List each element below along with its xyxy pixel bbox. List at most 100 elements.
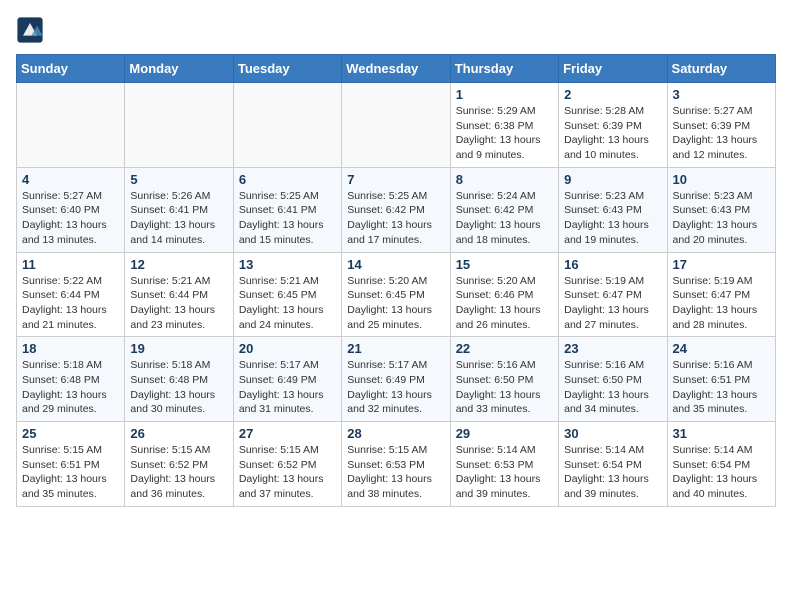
week-row-2: 4Sunrise: 5:27 AM Sunset: 6:40 PM Daylig… [17,167,776,252]
calendar-cell: 18Sunrise: 5:18 AM Sunset: 6:48 PM Dayli… [17,337,125,422]
day-info: Sunrise: 5:25 AM Sunset: 6:42 PM Dayligh… [347,189,444,248]
day-info: Sunrise: 5:15 AM Sunset: 6:51 PM Dayligh… [22,443,119,502]
day-info: Sunrise: 5:18 AM Sunset: 6:48 PM Dayligh… [130,358,227,417]
logo [16,16,46,44]
day-number: 5 [130,172,227,187]
calendar-cell: 14 Sunrise: 5:20 AM Sunset: 6:45 PM Dayli… [342,252,450,337]
day-number: 9 [564,172,661,187]
calendar-cell [17,83,125,168]
day-info: Sunrise: 5:19 AM Sunset: 6:47 PM Dayligh… [564,274,661,333]
day-number: 27 [239,426,336,441]
calendar-cell: 8Sunrise: 5:24 AM Sunset: 6:42 PM Daylig… [450,167,558,252]
day-number: 6 [239,172,336,187]
calendar-cell: 10 Sunrise: 5:23 AM Sunset: 6:43 PM Dayli… [667,167,775,252]
calendar-cell: 11 Sunrise: 5:22 AM Sunset: 6:44 PM Dayli… [17,252,125,337]
day-info: Sunrise: 5:17 AM Sunset: 6:49 PM Dayligh… [347,358,444,417]
calendar-cell [125,83,233,168]
day-number: 30 [564,426,661,441]
calendar-cell: 15 Sunrise: 5:20 AM Sunset: 6:46 PM Dayli… [450,252,558,337]
day-info: Sunrise: 5:19 AM Sunset: 6:47 PM Dayligh… [673,274,770,333]
day-number: 11 [22,257,119,272]
calendar-cell: 17Sunrise: 5:19 AM Sunset: 6:47 PM Dayli… [667,252,775,337]
day-number: 20 [239,341,336,356]
calendar-cell [342,83,450,168]
calendar-cell: 1 Sunrise: 5:29 AM Sunset: 6:38 PM Daylig… [450,83,558,168]
calendar-cell: 7 Sunrise: 5:25 AM Sunset: 6:42 PM Daylig… [342,167,450,252]
day-number: 25 [22,426,119,441]
day-info: Sunrise: 5:16 AM Sunset: 6:51 PM Dayligh… [673,358,770,417]
week-row-1: 1 Sunrise: 5:29 AM Sunset: 6:38 PM Daylig… [17,83,776,168]
calendar-table: SundayMondayTuesdayWednesdayThursdayFrid… [16,54,776,507]
day-info: Sunrise: 5:27 AM Sunset: 6:39 PM Dayligh… [673,104,770,163]
logo-icon [16,16,44,44]
day-number: 16 [564,257,661,272]
calendar-cell: 25 Sunrise: 5:15 AM Sunset: 6:51 PM Dayli… [17,422,125,507]
page-header [16,16,776,44]
day-number: 14 [347,257,444,272]
day-info: Sunrise: 5:26 AM Sunset: 6:41 PM Dayligh… [130,189,227,248]
day-info: Sunrise: 5:29 AM Sunset: 6:38 PM Dayligh… [456,104,553,163]
day-number: 10 [673,172,770,187]
day-info: Sunrise: 5:21 AM Sunset: 6:45 PM Dayligh… [239,274,336,333]
calendar-cell: 4Sunrise: 5:27 AM Sunset: 6:40 PM Daylig… [17,167,125,252]
calendar-body: 1 Sunrise: 5:29 AM Sunset: 6:38 PM Daylig… [17,83,776,507]
week-row-4: 18 Sunrise: 5:18 AM Sunset: 6:48 PM Dayli… [17,337,776,422]
calendar-cell: 20 Sunrise: 5:17 AM Sunset: 6:49 PM Dayli… [233,337,341,422]
day-number: 1 [456,87,553,102]
week-row-3: 11 Sunrise: 5:22 AM Sunset: 6:44 PM Dayli… [17,252,776,337]
day-info: Sunrise: 5:14 AM Sunset: 6:53 PM Dayligh… [456,443,553,502]
day-number: 12 [130,257,227,272]
calendar-cell: 23Sunrise: 5:16 AM Sunset: 6:50 PM Dayli… [559,337,667,422]
calendar-cell: 9 Sunrise: 5:23 AM Sunset: 6:43 PM Daylig… [559,167,667,252]
calendar-cell: 21 Sunrise: 5:17 AM Sunset: 6:49 PM Dayli… [342,337,450,422]
day-info: Sunrise: 5:14 AM Sunset: 6:54 PM Dayligh… [673,443,770,502]
day-number: 29 [456,426,553,441]
calendar-cell: 29 Sunrise: 5:14 AM Sunset: 6:53 PM Dayli… [450,422,558,507]
weekday-tuesday: Tuesday [233,55,341,83]
calendar-cell: 13 Sunrise: 5:21 AM Sunset: 6:45 PM Dayli… [233,252,341,337]
day-info: Sunrise: 5:15 AM Sunset: 6:52 PM Dayligh… [239,443,336,502]
calendar-cell: 24 Sunrise: 5:16 AM Sunset: 6:51 PM Dayli… [667,337,775,422]
weekday-header-row: SundayMondayTuesdayWednesdayThursdayFrid… [17,55,776,83]
day-info: Sunrise: 5:23 AM Sunset: 6:43 PM Dayligh… [673,189,770,248]
day-number: 31 [673,426,770,441]
day-number: 28 [347,426,444,441]
calendar-cell: 31 Sunrise: 5:14 AM Sunset: 6:54 PM Dayli… [667,422,775,507]
calendar-cell: 16 Sunrise: 5:19 AM Sunset: 6:47 PM Dayli… [559,252,667,337]
day-info: Sunrise: 5:22 AM Sunset: 6:44 PM Dayligh… [22,274,119,333]
weekday-friday: Friday [559,55,667,83]
calendar-cell: 30 Sunrise: 5:14 AM Sunset: 6:54 PM Dayli… [559,422,667,507]
day-info: Sunrise: 5:16 AM Sunset: 6:50 PM Dayligh… [456,358,553,417]
week-row-5: 25 Sunrise: 5:15 AM Sunset: 6:51 PM Dayli… [17,422,776,507]
calendar-cell: 19 Sunrise: 5:18 AM Sunset: 6:48 PM Dayli… [125,337,233,422]
day-info: Sunrise: 5:15 AM Sunset: 6:52 PM Dayligh… [130,443,227,502]
day-number: 18 [22,341,119,356]
day-info: Sunrise: 5:23 AM Sunset: 6:43 PM Dayligh… [564,189,661,248]
calendar-cell [233,83,341,168]
day-info: Sunrise: 5:14 AM Sunset: 6:54 PM Dayligh… [564,443,661,502]
day-number: 21 [347,341,444,356]
day-number: 13 [239,257,336,272]
day-info: Sunrise: 5:20 AM Sunset: 6:45 PM Dayligh… [347,274,444,333]
day-info: Sunrise: 5:21 AM Sunset: 6:44 PM Dayligh… [130,274,227,333]
day-number: 7 [347,172,444,187]
day-info: Sunrise: 5:20 AM Sunset: 6:46 PM Dayligh… [456,274,553,333]
calendar-cell: 12 Sunrise: 5:21 AM Sunset: 6:44 PM Dayli… [125,252,233,337]
day-number: 19 [130,341,227,356]
calendar-cell: 27 Sunrise: 5:15 AM Sunset: 6:52 PM Dayli… [233,422,341,507]
weekday-monday: Monday [125,55,233,83]
day-number: 8 [456,172,553,187]
day-info: Sunrise: 5:27 AM Sunset: 6:40 PM Dayligh… [22,189,119,248]
day-info: Sunrise: 5:15 AM Sunset: 6:53 PM Dayligh… [347,443,444,502]
calendar-cell: 5 Sunrise: 5:26 AM Sunset: 6:41 PM Daylig… [125,167,233,252]
calendar-cell: 6Sunrise: 5:25 AM Sunset: 6:41 PM Daylig… [233,167,341,252]
calendar-cell: 22Sunrise: 5:16 AM Sunset: 6:50 PM Dayli… [450,337,558,422]
calendar-cell: 3 Sunrise: 5:27 AM Sunset: 6:39 PM Daylig… [667,83,775,168]
calendar-cell: 26Sunrise: 5:15 AM Sunset: 6:52 PM Dayli… [125,422,233,507]
day-number: 24 [673,341,770,356]
day-number: 23 [564,341,661,356]
weekday-thursday: Thursday [450,55,558,83]
day-number: 3 [673,87,770,102]
day-number: 15 [456,257,553,272]
day-info: Sunrise: 5:17 AM Sunset: 6:49 PM Dayligh… [239,358,336,417]
